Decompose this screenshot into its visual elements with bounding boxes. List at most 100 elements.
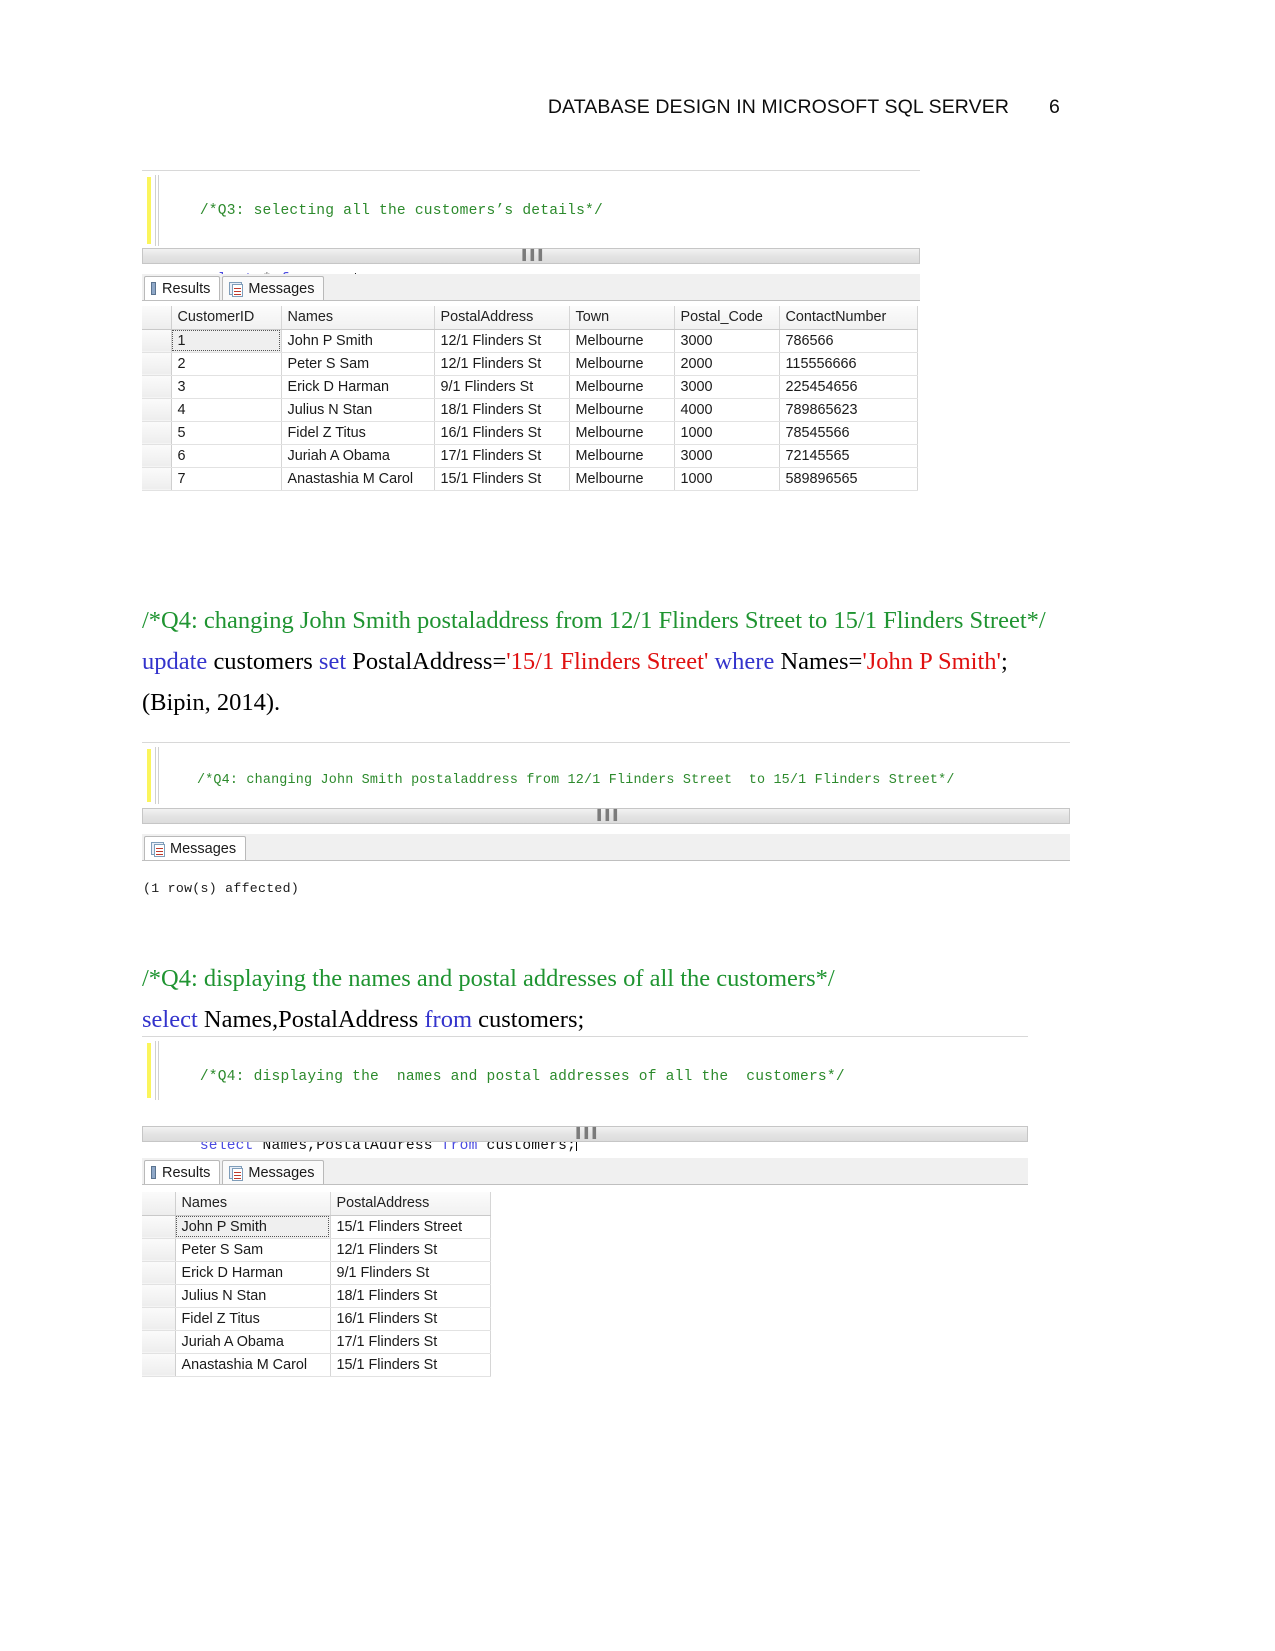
column-header-town[interactable]: Town bbox=[569, 306, 675, 330]
table-row[interactable]: Erick D Harman 9/1 Flinders St bbox=[142, 1261, 491, 1285]
table-row[interactable]: 2 Peter S Sam 12/1 Flinders St Melbourne… bbox=[142, 352, 918, 376]
cell-town[interactable]: Melbourne bbox=[569, 352, 675, 376]
column-header-postal-code[interactable]: Postal_Code bbox=[674, 306, 780, 330]
results-grid-names-addresses[interactable]: Names PostalAddress John P Smith 15/1 Fl… bbox=[142, 1192, 491, 1377]
cell-names[interactable]: Anastashia M Carol bbox=[281, 467, 435, 491]
cell-postal-code[interactable]: 3000 bbox=[674, 375, 780, 399]
row-selector[interactable] bbox=[142, 398, 172, 422]
cell-postaladdress[interactable]: 18/1 Flinders St bbox=[330, 1284, 491, 1308]
cell-postal-code[interactable]: 3000 bbox=[674, 329, 780, 353]
cell-names[interactable]: Erick D Harman bbox=[175, 1261, 331, 1285]
row-selector[interactable] bbox=[142, 1330, 176, 1354]
tab-results-2[interactable]: Results bbox=[144, 1160, 221, 1184]
column-header-postaladdress[interactable]: PostalAddress bbox=[330, 1192, 491, 1216]
cell-customerid[interactable]: 4 bbox=[171, 398, 282, 422]
row-selector[interactable] bbox=[142, 1238, 176, 1262]
cell-town[interactable]: Melbourne bbox=[569, 375, 675, 399]
column-header-customerid[interactable]: CustomerID bbox=[171, 306, 282, 330]
editor-q3-horizontal-scrollbar[interactable]: ▐▐▐ bbox=[142, 248, 920, 264]
tab-messages-3[interactable]: Messages bbox=[222, 1160, 325, 1184]
sql-editor-q4-select[interactable]: /*Q4: displaying the names and postal ad… bbox=[142, 1036, 1028, 1154]
table-row[interactable]: Anastashia M Carol 15/1 Flinders St bbox=[142, 1353, 491, 1377]
cell-customerid[interactable]: 1 bbox=[171, 329, 282, 353]
cell-names[interactable]: Fidel Z Titus bbox=[175, 1307, 331, 1331]
cell-postaladdress[interactable]: 12/1 Flinders St bbox=[434, 352, 570, 376]
table-row[interactable]: 6 Juriah A Obama 17/1 Flinders St Melbou… bbox=[142, 444, 918, 468]
table-row[interactable]: 4 Julius N Stan 18/1 Flinders St Melbour… bbox=[142, 398, 918, 422]
cell-postaladdress[interactable]: 12/1 Flinders St bbox=[330, 1238, 491, 1262]
row-selector[interactable] bbox=[142, 421, 172, 445]
tab-messages-2[interactable]: Messages bbox=[144, 836, 247, 860]
row-selector[interactable] bbox=[142, 375, 172, 399]
table-row[interactable]: Fidel Z Titus 16/1 Flinders St bbox=[142, 1307, 491, 1331]
cell-town[interactable]: Melbourne bbox=[569, 444, 675, 468]
cell-postal-code[interactable]: 3000 bbox=[674, 444, 780, 468]
column-header-postaladdress[interactable]: PostalAddress bbox=[434, 306, 570, 330]
row-selector[interactable] bbox=[142, 329, 172, 353]
cell-names[interactable]: Julius N Stan bbox=[281, 398, 435, 422]
cell-town[interactable]: Melbourne bbox=[569, 329, 675, 353]
tab-results-1[interactable]: Results bbox=[144, 276, 221, 300]
cell-postaladdress[interactable]: 15/1 Flinders St bbox=[434, 467, 570, 491]
row-selector[interactable] bbox=[142, 1215, 176, 1239]
cell-names[interactable]: Juriah A Obama bbox=[175, 1330, 331, 1354]
cell-names[interactable]: John P Smith bbox=[175, 1215, 331, 1239]
cell-contactnumber[interactable]: 786566 bbox=[779, 329, 918, 353]
cell-contactnumber[interactable]: 225454656 bbox=[779, 375, 918, 399]
cell-names[interactable]: Erick D Harman bbox=[281, 375, 435, 399]
cell-postaladdress[interactable]: 15/1 Flinders St bbox=[330, 1353, 491, 1377]
column-header-names[interactable]: Names bbox=[281, 306, 435, 330]
cell-postaladdress[interactable]: 15/1 Flinders Street bbox=[330, 1215, 491, 1239]
editor-q4-select-horizontal-scrollbar[interactable]: ▐▐▐ bbox=[142, 1126, 1028, 1142]
cell-contactnumber[interactable]: 78545566 bbox=[779, 421, 918, 445]
cell-contactnumber[interactable]: 115556666 bbox=[779, 352, 918, 376]
row-selector[interactable] bbox=[142, 1284, 176, 1308]
row-selector[interactable] bbox=[142, 1261, 176, 1285]
cell-postaladdress[interactable]: 9/1 Flinders St bbox=[330, 1261, 491, 1285]
cell-town[interactable]: Melbourne bbox=[569, 467, 675, 491]
column-header-names[interactable]: Names bbox=[175, 1192, 331, 1216]
cell-town[interactable]: Melbourne bbox=[569, 421, 675, 445]
table-row[interactable]: Julius N Stan 18/1 Flinders St bbox=[142, 1284, 491, 1308]
cell-names[interactable]: Julius N Stan bbox=[175, 1284, 331, 1308]
cell-postal-code[interactable]: 2000 bbox=[674, 352, 780, 376]
row-selector[interactable] bbox=[142, 352, 172, 376]
cell-town[interactable]: Melbourne bbox=[569, 398, 675, 422]
cell-postal-code[interactable]: 1000 bbox=[674, 421, 780, 445]
table-row[interactable]: 3 Erick D Harman 9/1 Flinders St Melbour… bbox=[142, 375, 918, 399]
row-selector[interactable] bbox=[142, 467, 172, 491]
table-row[interactable]: 1 John P Smith 12/1 Flinders St Melbourn… bbox=[142, 329, 918, 353]
row-selector[interactable] bbox=[142, 1307, 176, 1331]
cell-postaladdress[interactable]: 18/1 Flinders St bbox=[434, 398, 570, 422]
cell-customerid[interactable]: 6 bbox=[171, 444, 282, 468]
table-row[interactable]: 5 Fidel Z Titus 16/1 Flinders St Melbour… bbox=[142, 421, 918, 445]
table-row[interactable]: John P Smith 15/1 Flinders Street bbox=[142, 1215, 491, 1239]
cell-postal-code[interactable]: 4000 bbox=[674, 398, 780, 422]
cell-postal-code[interactable]: 1000 bbox=[674, 467, 780, 491]
cell-names[interactable]: John P Smith bbox=[281, 329, 435, 353]
cell-postaladdress[interactable]: 17/1 Flinders St bbox=[330, 1330, 491, 1354]
table-row[interactable]: Peter S Sam 12/1 Flinders St bbox=[142, 1238, 491, 1262]
cell-customerid[interactable]: 3 bbox=[171, 375, 282, 399]
cell-names[interactable]: Peter S Sam bbox=[281, 352, 435, 376]
editor-q4-update-horizontal-scrollbar[interactable]: ▐▐▐ bbox=[142, 808, 1070, 824]
table-row[interactable]: 7 Anastashia M Carol 15/1 Flinders St Me… bbox=[142, 467, 918, 491]
cell-contactnumber[interactable]: 72145565 bbox=[779, 444, 918, 468]
row-selector[interactable] bbox=[142, 1353, 176, 1377]
cell-customerid[interactable]: 5 bbox=[171, 421, 282, 445]
cell-postaladdress[interactable]: 17/1 Flinders St bbox=[434, 444, 570, 468]
cell-contactnumber[interactable]: 789865623 bbox=[779, 398, 918, 422]
results-grid-customers[interactable]: CustomerID Names PostalAddress Town Post… bbox=[142, 306, 918, 491]
cell-customerid[interactable]: 2 bbox=[171, 352, 282, 376]
column-header-contactnumber[interactable]: ContactNumber bbox=[779, 306, 918, 330]
cell-postaladdress[interactable]: 12/1 Flinders St bbox=[434, 329, 570, 353]
table-row[interactable]: Juriah A Obama 17/1 Flinders St bbox=[142, 1330, 491, 1354]
cell-names[interactable]: Peter S Sam bbox=[175, 1238, 331, 1262]
row-selector[interactable] bbox=[142, 444, 172, 468]
cell-contactnumber[interactable]: 589896565 bbox=[779, 467, 918, 491]
cell-postaladdress[interactable]: 16/1 Flinders St bbox=[434, 421, 570, 445]
cell-names[interactable]: Juriah A Obama bbox=[281, 444, 435, 468]
sql-editor-q3[interactable]: /*Q3: selecting all the customers’s deta… bbox=[142, 170, 920, 331]
cell-names[interactable]: Fidel Z Titus bbox=[281, 421, 435, 445]
cell-customerid[interactable]: 7 bbox=[171, 467, 282, 491]
